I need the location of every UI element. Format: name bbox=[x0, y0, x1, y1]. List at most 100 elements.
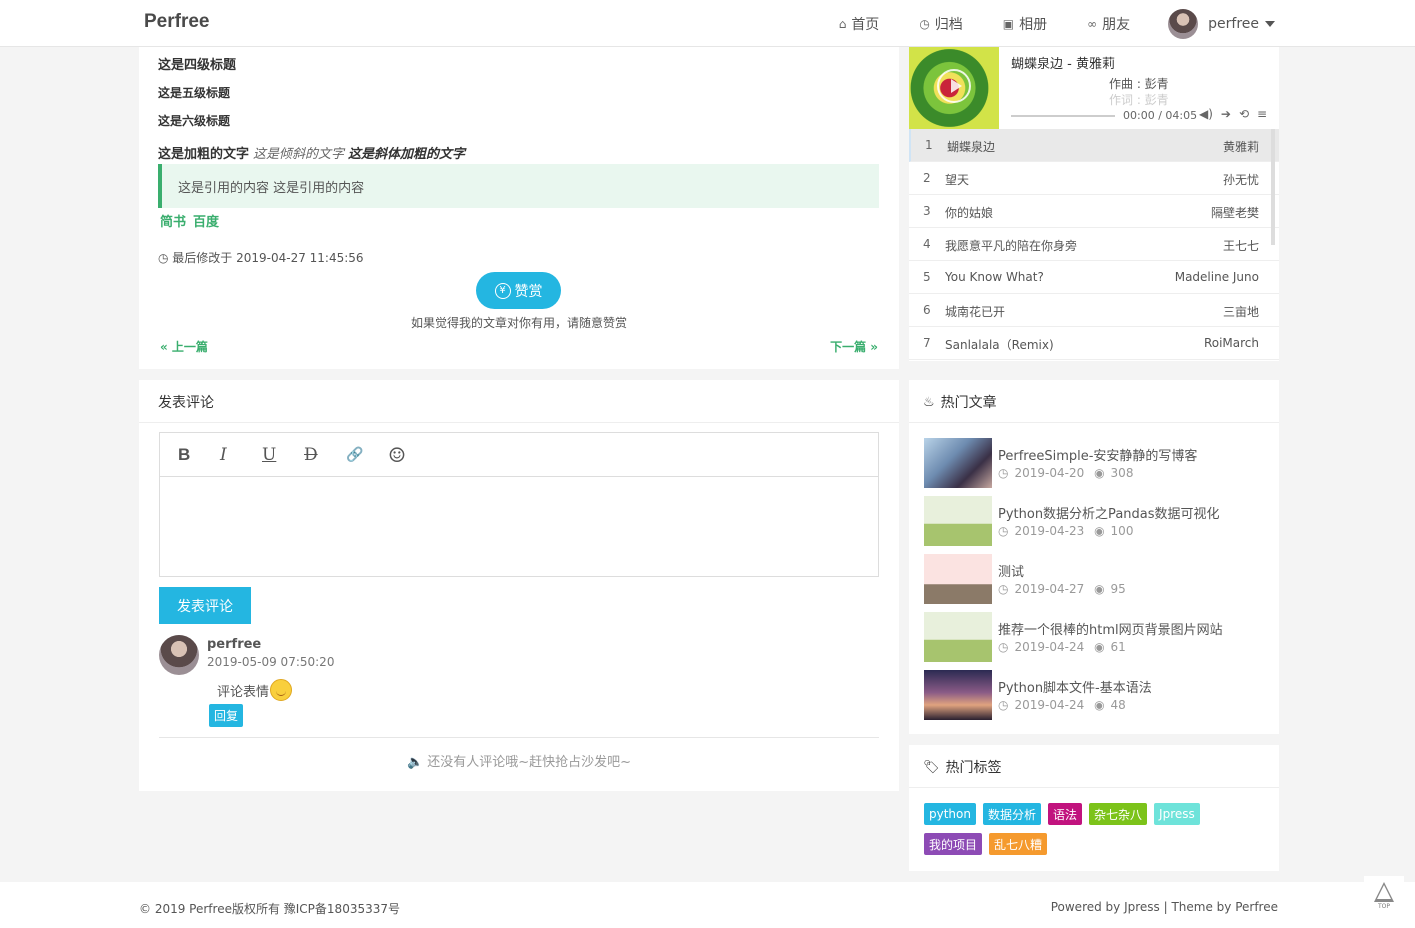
user-menu[interactable]: perfree bbox=[1168, 8, 1275, 39]
heading-h6: 这是六级标题 bbox=[158, 114, 231, 128]
article-panel: 这是四级标题 这是五级标题 这是六级标题 这是加粗的文字 这是倾斜的文字 这是斜体加… bbox=[139, 47, 899, 369]
hot-posts-panel: ♨ 热门文章 PerfreeSimple-安安静静的写博客 ◷ 2019-04-20 … bbox=[909, 380, 1279, 734]
progress-bar[interactable] bbox=[1011, 115, 1115, 117]
playlist-item[interactable]: 4 我愿意平凡的陪在你身旁 王七七 bbox=[909, 228, 1279, 261]
heading-h4: 这是四级标题 bbox=[158, 58, 237, 73]
tag-badge[interactable]: 我的项目 bbox=[924, 833, 983, 855]
hot-post-item[interactable]: Python脚本文件-基本语法 ◷ 2019-04-24 ◉ 48 bbox=[924, 670, 1269, 720]
underline-icon[interactable]: U bbox=[262, 445, 304, 465]
strikethrough-icon[interactable]: D bbox=[304, 445, 346, 465]
nav-archive[interactable]: ◷ 归档 bbox=[919, 14, 962, 34]
image-icon: ▣ bbox=[1002, 16, 1015, 31]
playlist-item[interactable]: 6 城南花已开 三亩地 bbox=[909, 294, 1279, 327]
empty-comments-notice: 🔈 还没有人评论哦~赶快抢占沙发吧~ bbox=[406, 755, 632, 770]
italic-icon[interactable]: I bbox=[220, 445, 262, 465]
copyright: © 2019 Perfree版权所有 豫ICP备18035337号 bbox=[139, 902, 401, 916]
comment-time: 2019-05-09 07:50:20 bbox=[207, 655, 335, 669]
home-icon: ⌂ bbox=[838, 16, 847, 31]
nav-label: 归档 bbox=[934, 16, 963, 33]
divider bbox=[909, 422, 1279, 423]
footer: © 2019 Perfree版权所有 豫ICP备18035337号 Powere… bbox=[0, 882, 1415, 928]
volume-icon[interactable]: ◀) bbox=[1199, 107, 1213, 121]
reply-button[interactable]: 回复 bbox=[209, 704, 243, 727]
post-thumbnail[interactable] bbox=[924, 496, 992, 546]
album-cover bbox=[909, 47, 999, 129]
play-button-icon[interactable] bbox=[937, 69, 971, 103]
tag-badge[interactable]: python bbox=[924, 803, 976, 825]
now-playing-title: 蝴蝶泉边 - 黄雅莉 bbox=[1011, 57, 1115, 72]
next-track-icon[interactable]: ➔ bbox=[1221, 107, 1231, 121]
playlist-scrollbar[interactable] bbox=[1271, 129, 1275, 245]
heading-h5: 这是五级标题 bbox=[158, 86, 231, 100]
nav-friends[interactable]: ∞ 朋友 bbox=[1087, 14, 1130, 34]
link-jianshu[interactable]: 简书 bbox=[160, 215, 193, 230]
clock-icon: ◷ bbox=[998, 582, 1009, 596]
main-nav: ⌂ 首页 ◷ 归档 ▣ 相册 ∞ 朋友 perfree bbox=[799, 0, 1275, 47]
tag-badge[interactable]: 乱七八糟 bbox=[989, 833, 1048, 855]
playlist-item[interactable]: 1 蝴蝶泉边 黄雅莉 bbox=[909, 129, 1279, 162]
playlist-menu-icon[interactable]: ≡ bbox=[1257, 107, 1267, 121]
nav-album[interactable]: ▣ 相册 bbox=[1003, 14, 1047, 34]
tag-badge[interactable]: 数据分析 bbox=[982, 803, 1041, 825]
playlist-item[interactable]: 5 You Know What? Madeline Juno bbox=[909, 261, 1279, 294]
tag-list: python 数据分析 语法 杂七杂八 Jpress 我的项目 乱七八糟 bbox=[924, 803, 1264, 855]
loop-icon[interactable]: ⟲ bbox=[1239, 107, 1249, 121]
divider bbox=[159, 737, 879, 738]
playlist-item[interactable]: 7 Sanlalala（Remix) RoiMarch bbox=[909, 327, 1279, 360]
eye-icon: ◉ bbox=[1094, 466, 1105, 480]
italic-text: 这是倾斜的文字 bbox=[253, 147, 345, 162]
nav-label: 相册 bbox=[1019, 16, 1048, 33]
reward-tip: 如果觉得我的文章对你有用，请随意赞赏 bbox=[410, 316, 627, 330]
clock-icon: ◷ bbox=[998, 640, 1009, 654]
top-navbar: Perfree ⌂ 首页 ◷ 归档 ▣ 相册 ∞ 朋友 perfree bbox=[0, 0, 1415, 47]
last-modified: ◷ 最后修改于 2019-04-27 11:45:56 bbox=[158, 251, 364, 265]
article-links: 简书 百度 bbox=[160, 211, 226, 230]
emoji-icon[interactable]: ☺ bbox=[388, 443, 430, 467]
nav-home[interactable]: ⌂ 首页 bbox=[839, 14, 880, 34]
playlist-item[interactable]: 3 你的姑娘 隔壁老樊 bbox=[909, 195, 1279, 228]
formatted-text: 这是加粗的文字 这是倾斜的文字 这是斜体加粗的文字 bbox=[158, 143, 465, 162]
divider bbox=[139, 422, 899, 423]
back-to-top-button[interactable]: TOP bbox=[1364, 876, 1404, 916]
site-brand[interactable]: Perfree bbox=[144, 11, 210, 33]
hot-post-item[interactable]: PerfreeSimple-安安静静的写博客 ◷ 2019-04-20 ◉ 308 bbox=[924, 438, 1269, 488]
post-thumbnail[interactable] bbox=[924, 438, 992, 488]
divider bbox=[909, 787, 1279, 788]
lyric-line: 作词 : 彭青 bbox=[1109, 93, 1169, 107]
avatar bbox=[1168, 8, 1199, 39]
bold-icon[interactable]: B bbox=[178, 445, 220, 465]
hot-post-item[interactable]: Python数据分析之Pandas数据可视化 ◷ 2019-04-23 ◉ 100 bbox=[924, 496, 1269, 546]
next-post-link[interactable]: 下一篇 » bbox=[830, 338, 878, 355]
comment-textarea[interactable] bbox=[160, 477, 878, 577]
tag-badge[interactable]: 语法 bbox=[1048, 803, 1083, 825]
post-thumbnail[interactable] bbox=[924, 670, 992, 720]
post-thumbnail[interactable] bbox=[924, 612, 992, 662]
link-icon: ∞ bbox=[1087, 16, 1098, 31]
caret-down-icon bbox=[1265, 20, 1275, 27]
hot-post-item[interactable]: 推荐一个很棒的html网页背景图片网站 ◷ 2019-04-24 ◉ 61 bbox=[924, 612, 1269, 662]
tag-badge[interactable]: Jpress bbox=[1154, 803, 1200, 825]
hot-post-item[interactable]: 测试 ◷ 2019-04-27 ◉ 95 bbox=[924, 554, 1269, 604]
comment-title: 发表评论 bbox=[158, 395, 214, 411]
playlist-item[interactable]: 2 望天 孙无忧 bbox=[909, 162, 1279, 195]
hot-tags-title: 🏷 热门标签 bbox=[923, 759, 1002, 777]
hot-tags-panel: 🏷 热门标签 python 数据分析 语法 杂七杂八 Jpress 我的项目 乱七八糟 bbox=[909, 745, 1279, 871]
submit-comment-button[interactable]: 发表评论 bbox=[159, 587, 251, 624]
clock-icon: ◷ bbox=[998, 698, 1009, 712]
eye-icon: ◉ bbox=[1094, 524, 1105, 538]
link-icon[interactable]: 🔗 bbox=[346, 447, 388, 463]
bold-italic-text: 这是斜体加粗的文字 bbox=[348, 147, 466, 162]
comment-author[interactable]: perfree bbox=[207, 637, 261, 652]
avatar bbox=[159, 635, 199, 675]
hot-posts-title: ♨ 热门文章 bbox=[923, 394, 997, 412]
nav-label: 朋友 bbox=[1102, 16, 1131, 33]
clock-icon: ◷ bbox=[158, 251, 173, 265]
reward-button[interactable]: ¥ 赞赏 bbox=[476, 272, 561, 309]
post-thumbnail[interactable] bbox=[924, 554, 992, 604]
link-baidu[interactable]: 百度 bbox=[193, 215, 226, 230]
clock-icon: ◷ bbox=[998, 466, 1009, 480]
music-player: 蝴蝶泉边 - 黄雅莉 作曲 : 彭青 作词 : 彭青 00:00 / 04:05… bbox=[909, 47, 1279, 361]
prev-post-link[interactable]: « 上一篇 bbox=[160, 338, 208, 355]
tag-badge[interactable]: 杂七杂八 bbox=[1089, 803, 1148, 825]
powered-by[interactable]: Powered by Jpress | Theme by Perfree bbox=[1051, 900, 1278, 914]
